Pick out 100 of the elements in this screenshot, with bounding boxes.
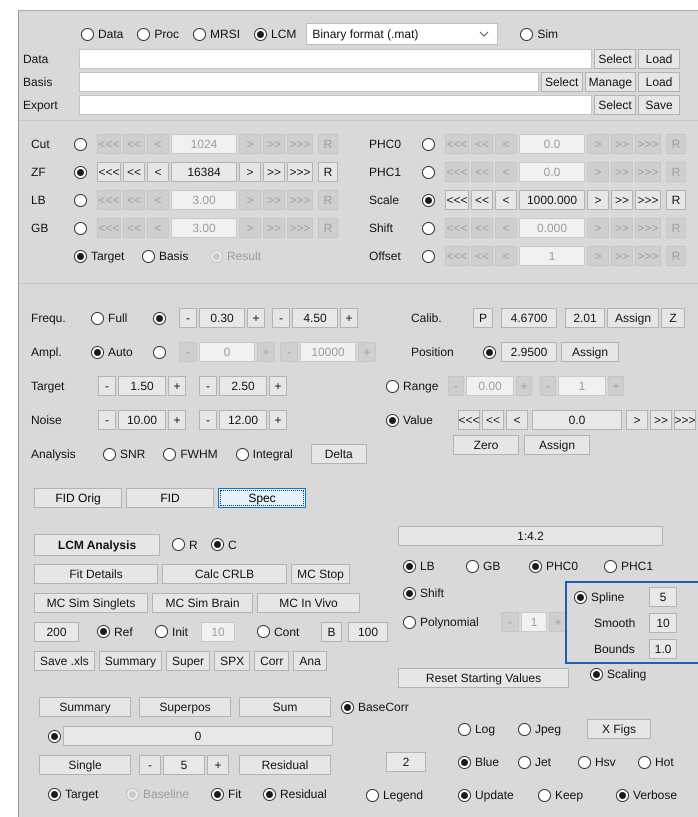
radio-button[interactable]: [74, 222, 87, 234]
step-down-button[interactable]: <: [506, 410, 528, 430]
residual-button[interactable]: Residual: [239, 755, 331, 775]
radio-button[interactable]: Log: [458, 722, 518, 736]
x-figs-button[interactable]: X Figs: [587, 719, 651, 739]
plus-button[interactable]: +: [269, 410, 287, 430]
action-button[interactable]: Zero: [453, 435, 519, 455]
value-field[interactable]: 2.50: [219, 376, 267, 396]
radio-button[interactable]: Jet: [518, 755, 578, 769]
radio-button[interactable]: Hsv: [578, 755, 638, 769]
value-field[interactable]: 1.0: [649, 639, 677, 659]
path-field[interactable]: [79, 72, 539, 92]
value-field[interactable]: 0: [63, 726, 333, 746]
radio-button[interactable]: Blue: [458, 755, 518, 769]
view-tab[interactable]: FID Orig: [34, 488, 122, 508]
step-up-button[interactable]: >>: [263, 162, 285, 182]
value-field[interactable]: 0.0: [532, 410, 622, 430]
radio-button[interactable]: [422, 166, 435, 178]
single-button[interactable]: Single: [39, 755, 131, 775]
value-field[interactable]: 100: [348, 622, 388, 642]
file-button[interactable]: Select: [594, 95, 636, 115]
radio-button[interactable]: PHC1: [604, 559, 667, 573]
radio-button[interactable]: Ref: [97, 624, 151, 638]
plot-button[interactable]: Superpos: [139, 697, 231, 717]
assign-button[interactable]: Assign: [561, 342, 619, 362]
radio-button[interactable]: [422, 138, 435, 150]
value-field[interactable]: 2: [386, 752, 426, 772]
radio-button[interactable]: [422, 250, 435, 262]
radio-button[interactable]: PHC0: [529, 559, 604, 573]
step-down-button[interactable]: <<<: [97, 162, 121, 182]
plus-button[interactable]: +: [340, 308, 358, 328]
radio-button[interactable]: [74, 138, 87, 150]
step-up-button[interactable]: >>>: [674, 410, 696, 430]
value-field[interactable]: 12.00: [219, 410, 267, 430]
step-down-button[interactable]: <<: [482, 410, 504, 430]
radio-button[interactable]: Legend: [366, 788, 458, 802]
radio-button[interactable]: Residual: [263, 787, 327, 801]
path-field[interactable]: [79, 95, 592, 115]
file-button[interactable]: Select: [594, 49, 636, 69]
minus-button[interactable]: -: [272, 308, 290, 328]
radio-button[interactable]: Fit: [211, 787, 263, 801]
step-down-button[interactable]: <<<: [445, 190, 469, 210]
step-up-button[interactable]: >>>: [635, 190, 661, 210]
step-up-button[interactable]: >>: [650, 410, 672, 430]
value-field[interactable]: 200: [34, 622, 79, 642]
step-up-button[interactable]: >>: [611, 190, 633, 210]
radio-button[interactable]: Target: [48, 787, 126, 801]
radio-button[interactable]: Target: [74, 249, 140, 263]
export-button[interactable]: Super: [166, 650, 210, 670]
action-button[interactable]: Calc CRLB: [162, 564, 287, 584]
radio-button[interactable]: Polynomial: [403, 615, 501, 629]
radio-button[interactable]: Update: [458, 788, 538, 802]
minus-button[interactable]: -: [199, 410, 217, 430]
radio-button[interactable]: LB: [403, 559, 466, 573]
radio-button[interactable]: Jpeg: [518, 722, 578, 736]
delta-button[interactable]: Delta: [310, 444, 367, 464]
radio-button[interactable]: C: [211, 538, 246, 552]
radio-button[interactable]: BaseCorr: [341, 700, 409, 714]
path-field[interactable]: [79, 49, 592, 69]
radio-button[interactable]: Full: [91, 311, 153, 325]
lcm-analysis-button[interactable]: LCM Analysis: [34, 534, 160, 556]
export-button[interactable]: Save .xls: [34, 650, 95, 670]
plus-button[interactable]: +: [168, 410, 186, 430]
radio-button[interactable]: Basis: [142, 249, 208, 263]
plus-button[interactable]: +: [269, 376, 287, 396]
value-field[interactable]: 4.6700: [501, 308, 557, 328]
radio-button[interactable]: [74, 194, 87, 206]
step-down-button[interactable]: <: [147, 162, 169, 182]
radio-button[interactable]: [74, 166, 87, 178]
minus-button[interactable]: -: [98, 410, 116, 430]
step-up-button[interactable]: >>>: [287, 162, 313, 182]
radio-button[interactable]: Integral: [236, 447, 293, 461]
radio-button[interactable]: MRSI: [193, 27, 240, 41]
step-down-button[interactable]: <: [495, 190, 517, 210]
value-field[interactable]: 10.00: [118, 410, 166, 430]
radio-button[interactable]: [422, 222, 435, 234]
radio-button[interactable]: Value: [386, 413, 456, 427]
export-button[interactable]: Summary: [98, 650, 162, 670]
radio-button[interactable]: [422, 194, 435, 206]
plus-button[interactable]: +: [168, 376, 186, 396]
radio-button[interactable]: Spline: [574, 590, 649, 604]
file-button[interactable]: Load: [638, 49, 680, 69]
minus-button[interactable]: -: [139, 755, 161, 775]
plus-button[interactable]: +: [207, 755, 229, 775]
file-button[interactable]: Load: [638, 72, 680, 92]
radio-button[interactable]: Hot: [638, 755, 698, 769]
plot-button[interactable]: Sum: [239, 697, 331, 717]
step-down-button[interactable]: <<: [123, 162, 145, 182]
radio-button[interactable]: LCM: [254, 27, 296, 41]
action-button[interactable]: MC In Vivo: [257, 592, 360, 612]
plot-button[interactable]: Summary: [39, 697, 131, 717]
minus-button[interactable]: -: [98, 376, 116, 396]
value-field[interactable]: 2.9500: [501, 342, 557, 362]
radio-button[interactable]: Proc: [137, 27, 180, 41]
radio-button[interactable]: Auto: [91, 345, 153, 359]
action-button[interactable]: Assign: [524, 435, 590, 455]
step-up-button[interactable]: >: [239, 162, 261, 182]
action-button[interactable]: Fit Details: [34, 564, 158, 584]
step-down-button[interactable]: <<: [471, 190, 493, 210]
file-button[interactable]: Select: [540, 72, 583, 92]
